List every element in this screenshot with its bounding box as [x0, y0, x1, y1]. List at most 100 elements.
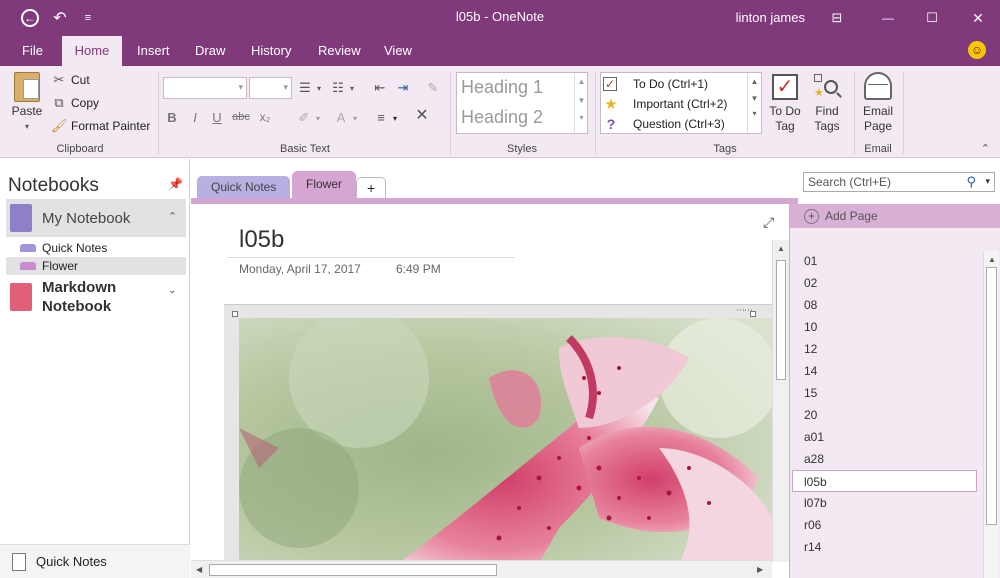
- quick-notes-link[interactable]: Quick Notes: [0, 544, 190, 578]
- page-item[interactable]: 14: [790, 360, 986, 382]
- scrollbar-thumb[interactable]: [776, 260, 786, 380]
- style-heading-2[interactable]: Heading 2: [461, 107, 543, 128]
- minimize-button[interactable]: —: [868, 0, 908, 36]
- tag-important[interactable]: ★ Important (Ctrl+2): [603, 94, 727, 114]
- chevron-down-icon[interactable]: ▾: [985, 176, 990, 187]
- tab-history[interactable]: History: [237, 36, 305, 66]
- page-item[interactable]: 15: [790, 382, 986, 404]
- scroll-up-icon[interactable]: ▲: [988, 255, 996, 264]
- pin-icon[interactable]: 📌: [168, 177, 183, 191]
- italic-button[interactable]: I: [186, 110, 204, 125]
- font-size-select[interactable]: ▾: [249, 77, 292, 99]
- styles-scrollbar[interactable]: ▲ ▼ ▾: [574, 73, 588, 135]
- page-item[interactable]: 10: [790, 316, 986, 338]
- divider: [158, 72, 159, 154]
- notebook-markdown-notebook[interactable]: Markdown Notebook ⌄: [6, 277, 186, 319]
- ribbon-display-options-button[interactable]: ⊟: [822, 0, 852, 36]
- tag-todo[interactable]: ✓ To Do (Ctrl+1): [603, 74, 708, 94]
- scroll-up-icon[interactable]: ▲: [777, 244, 785, 253]
- plus-icon: +: [804, 208, 819, 224]
- page-item[interactable]: 12: [790, 338, 986, 360]
- star-icon: ★: [604, 96, 618, 113]
- resize-handle[interactable]: [232, 311, 238, 317]
- underline-button[interactable]: U: [208, 110, 226, 125]
- tags-group-label: Tags: [713, 143, 737, 155]
- scroll-right-icon[interactable]: ▶: [757, 565, 763, 574]
- section-flower[interactable]: Flower: [6, 257, 186, 275]
- page-list-scrollbar[interactable]: ▲: [983, 251, 999, 578]
- page-item[interactable]: a28: [790, 448, 986, 470]
- tab-review[interactable]: Review: [304, 36, 375, 66]
- maximize-button[interactable]: ☐: [912, 0, 952, 36]
- tab-file[interactable]: File: [8, 36, 57, 66]
- tab-insert[interactable]: Insert: [123, 36, 184, 66]
- notebook-my-notebook[interactable]: My Notebook ⌃: [6, 199, 186, 237]
- user-name[interactable]: linton james: [736, 10, 805, 25]
- chevron-up-icon[interactable]: ⌃: [168, 210, 177, 223]
- close-button[interactable]: ✕: [958, 0, 998, 36]
- page-canvas[interactable]: l05b Monday, April 17, 2017 6:49 PM ⤢ ⋯⋯: [191, 204, 789, 578]
- font-color-button[interactable]: A ▾: [333, 110, 357, 126]
- eraser-icon: ✎: [427, 80, 439, 95]
- page-item[interactable]: l07b: [790, 492, 986, 514]
- scroll-left-icon[interactable]: ◀: [196, 565, 202, 574]
- basic-text-group-label: Basic Text: [280, 143, 330, 155]
- styles-gallery[interactable]: Heading 1 Heading 2: [456, 72, 588, 134]
- decrease-indent-button[interactable]: ⇤: [372, 80, 388, 96]
- tag-question[interactable]: ? Question (Ctrl+3): [603, 114, 725, 134]
- numbering-button[interactable]: ☷ ▾: [330, 80, 354, 96]
- page-horizontal-scrollbar[interactable]: ◀ ▶: [191, 560, 772, 578]
- subscript-button[interactable]: x₂: [254, 110, 276, 124]
- image-container[interactable]: ⋯⋯: [224, 304, 772, 563]
- add-page-button[interactable]: + Add Page: [790, 204, 1000, 228]
- chevron-down-icon[interactable]: ⌄: [168, 285, 176, 296]
- copy-button[interactable]: ⧉ Copy: [51, 95, 99, 111]
- collapse-ribbon-button[interactable]: ⌃: [981, 142, 990, 155]
- strikethrough-button[interactable]: abc: [230, 111, 252, 123]
- bullets-button[interactable]: ☰ ▾: [297, 80, 321, 96]
- section-tab-flower[interactable]: Flower: [292, 171, 357, 199]
- clear-all-formatting-button[interactable]: ✕: [414, 108, 430, 124]
- email-page-button[interactable]: Email Page: [858, 72, 898, 134]
- page-item[interactable]: 08: [790, 294, 986, 316]
- section-tab-quick-notes[interactable]: Quick Notes: [197, 176, 291, 199]
- notebook-name-line1: Markdown: [42, 279, 117, 296]
- add-section-button[interactable]: +: [356, 177, 387, 199]
- tag-label: Important (Ctrl+2): [633, 97, 728, 111]
- tags-gallery[interactable]: ✓ To Do (Ctrl+1) ★ Important (Ctrl+2) ? …: [600, 72, 762, 134]
- page-item-active[interactable]: l05b: [792, 470, 977, 492]
- page-title[interactable]: l05b: [239, 226, 284, 254]
- find-tags-button[interactable]: ★ Find Tags: [808, 72, 846, 134]
- paragraph-alignment-button[interactable]: ≡ ▾: [373, 110, 397, 126]
- tab-draw[interactable]: Draw: [181, 36, 239, 66]
- increase-indent-button[interactable]: ⇥: [395, 80, 411, 96]
- font-family-select[interactable]: ▾: [163, 77, 247, 99]
- page-item[interactable]: r14: [790, 536, 986, 558]
- style-heading-1[interactable]: Heading 1: [461, 77, 543, 98]
- tab-home[interactable]: Home: [62, 36, 122, 66]
- feedback-smiley-icon[interactable]: ☺: [968, 41, 986, 59]
- section-quick-notes[interactable]: Quick Notes: [6, 239, 186, 257]
- format-painter-button[interactable]: 🖌 Format Painter: [51, 118, 150, 134]
- scrollbar-thumb[interactable]: [209, 564, 497, 576]
- clear-formatting-button[interactable]: ✎: [425, 80, 441, 96]
- tags-scrollbar[interactable]: ▲ ▼ ▾: [747, 73, 761, 133]
- highlight-color-button[interactable]: ✐ ▾: [296, 110, 320, 126]
- page-item[interactable]: 20: [790, 404, 986, 426]
- paste-button[interactable]: Paste ▾: [8, 72, 46, 134]
- cut-button[interactable]: ✂ Cut: [51, 72, 90, 88]
- bold-button[interactable]: B: [163, 110, 181, 125]
- page-item[interactable]: 01: [790, 250, 986, 272]
- search-input[interactable]: Search (Ctrl+E) ⚲ ▾: [803, 172, 995, 192]
- page-item[interactable]: a01: [790, 426, 986, 448]
- page-item[interactable]: r06: [790, 514, 986, 536]
- full-page-view-icon[interactable]: ⤢: [763, 214, 774, 231]
- page-item[interactable]: 02: [790, 272, 986, 294]
- resize-handle[interactable]: [750, 311, 756, 317]
- todo-tag-button[interactable]: ✓ To Do Tag: [766, 72, 804, 134]
- flower-photo[interactable]: [239, 318, 772, 563]
- tab-view[interactable]: View: [370, 36, 426, 66]
- search-icon[interactable]: ⚲: [966, 174, 976, 190]
- scrollbar-thumb[interactable]: [986, 267, 997, 525]
- page-vertical-scrollbar[interactable]: ▲: [772, 240, 789, 562]
